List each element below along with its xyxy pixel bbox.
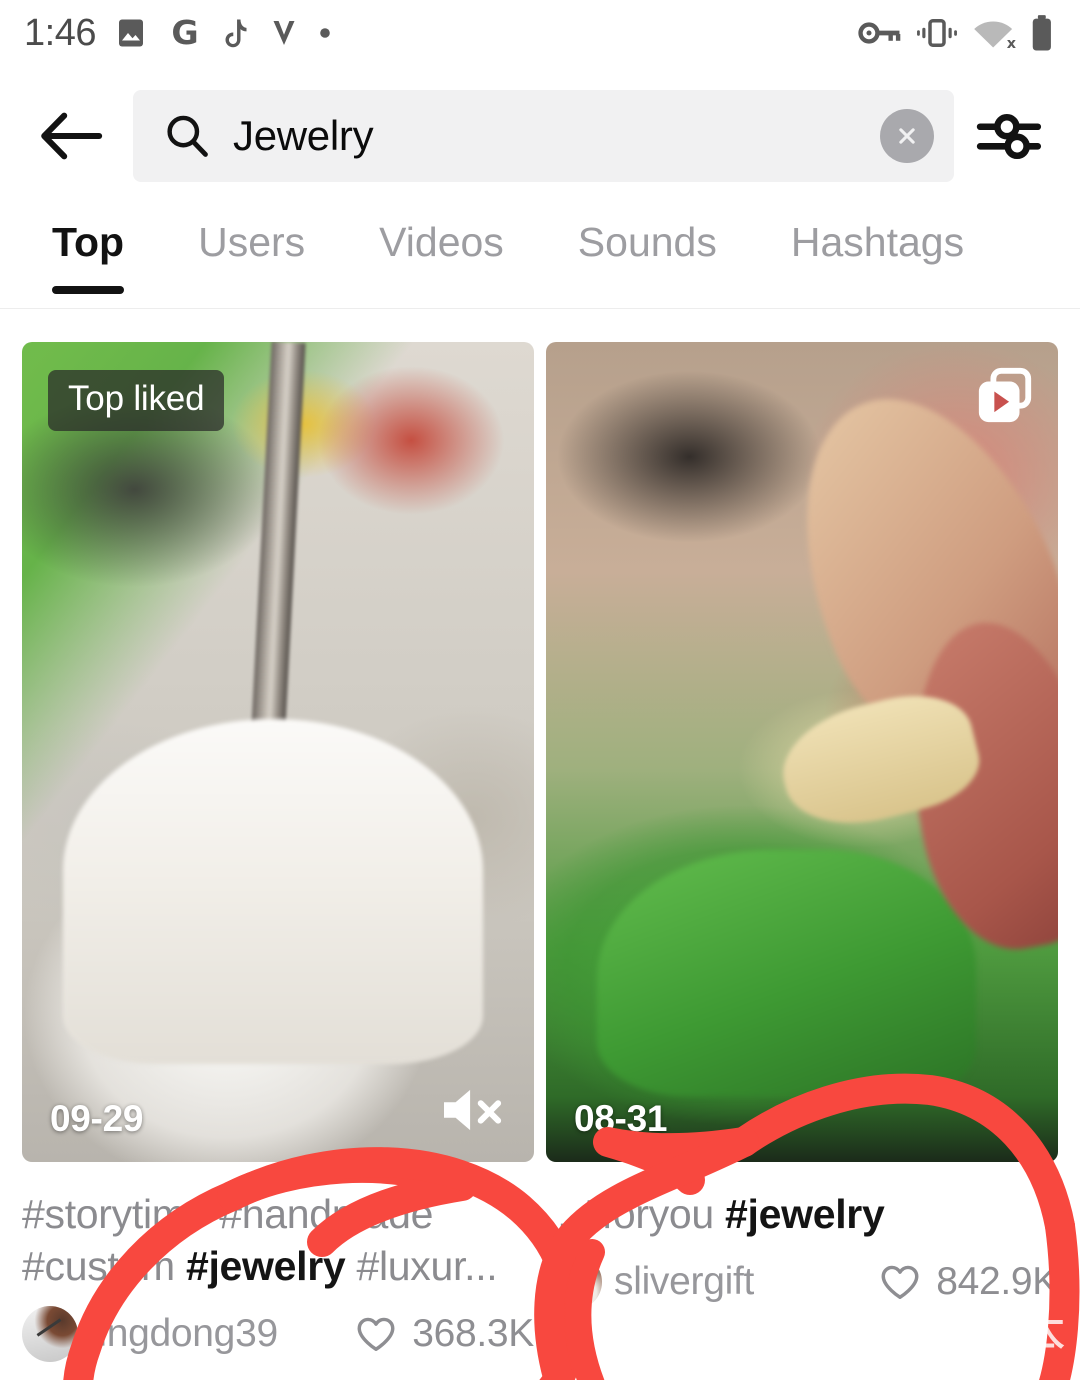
status-bar-clock: 1:46: [24, 12, 96, 54]
video-date: 08-31: [574, 1098, 668, 1139]
status-bar-right: x: [858, 14, 1054, 52]
like-count: 368.3K: [412, 1312, 534, 1356]
watermark: 本: [1013, 1306, 1066, 1366]
thumbnail-art-wax: [597, 850, 977, 1097]
search-input[interactable]: Jewelry: [133, 90, 954, 182]
battery-icon: [1032, 15, 1051, 51]
like-count: 842.9K: [936, 1260, 1058, 1304]
status-bar: 1:46 G x: [0, 0, 1080, 66]
video-caption: ...#foryou #jewelry: [546, 1188, 1058, 1240]
like-stat: 842.9K: [878, 1260, 1058, 1304]
video-meta-row: slivergift 842.9K: [546, 1254, 1058, 1311]
like-stat: 368.3K: [354, 1312, 534, 1356]
video-thumbnail[interactable]: 08-31: [546, 342, 1058, 1162]
video-meta-row: lingdong39 368.3K: [22, 1306, 534, 1363]
wifi-off-icon: x: [974, 21, 1016, 51]
heart-outline-icon: [881, 1265, 919, 1300]
v-app-icon: [273, 21, 295, 45]
search-header: Jewelry: [0, 76, 1080, 196]
tab-sounds[interactable]: Sounds: [578, 205, 717, 266]
search-icon: [167, 115, 208, 157]
video-results-grid: Top liked 09-29 #storytime #handmade #cu…: [0, 342, 1080, 1363]
caption-text-tail: #luxur...: [345, 1243, 498, 1290]
status-bar-left: 1:46 G: [24, 14, 333, 52]
close-icon: [899, 128, 915, 144]
image-icon: [118, 19, 143, 47]
caption-text-highlight: #jewelry: [725, 1191, 885, 1237]
caption-text-highlight: #jewelry: [185, 1243, 346, 1290]
vpn-key-icon: [858, 22, 901, 44]
search-query-text: Jewelry: [233, 112, 374, 159]
thumbnail-art-mold: [62, 719, 483, 1064]
playlist-play-icon[interactable]: [974, 366, 1036, 431]
avatar[interactable]: [546, 1254, 602, 1311]
clear-search-button[interactable]: [880, 109, 934, 163]
tab-hashtags[interactable]: Hashtags: [791, 205, 964, 266]
google-icon: G: [171, 14, 198, 52]
filter-sliders-icon: [976, 113, 1042, 160]
tiktok-search-results-screen: 1:46 G x Jewelry Top Users Videos Sounds…: [0, 0, 1080, 1380]
video-card[interactable]: 08-31 ...#foryou #jewelry slivergift 842…: [546, 342, 1058, 1362]
video-thumbnail[interactable]: Top liked 09-29: [22, 342, 534, 1162]
search-tabs: Top Users Videos Sounds Hashtags: [0, 205, 1080, 309]
speaker-mute-icon[interactable]: [436, 1081, 510, 1144]
svg-text:G: G: [171, 14, 198, 52]
back-button[interactable]: [34, 99, 108, 173]
back-arrow-icon: [41, 112, 103, 160]
video-caption: #storytime #handmade #custom #jewelry #l…: [22, 1188, 534, 1292]
tab-videos[interactable]: Videos: [379, 205, 504, 266]
filter-button[interactable]: [972, 97, 1050, 175]
author-username[interactable]: lingdong39: [90, 1312, 278, 1356]
caption-text-plain: ...#foryou: [546, 1191, 726, 1237]
video-date: 09-29: [50, 1098, 144, 1139]
dot-icon: [320, 28, 330, 38]
tab-top[interactable]: Top: [52, 205, 125, 294]
video-card[interactable]: Top liked 09-29 #storytime #handmade #cu…: [22, 342, 534, 1363]
avatar[interactable]: [22, 1306, 78, 1363]
author-username[interactable]: slivergift: [614, 1260, 754, 1304]
top-liked-badge: Top liked: [48, 370, 225, 431]
tab-users[interactable]: Users: [198, 205, 305, 266]
tiktok-note-icon: [225, 19, 247, 48]
vibrate-icon: [917, 19, 957, 47]
svg-text:x: x: [1007, 36, 1016, 51]
heart-outline-icon: [357, 1317, 395, 1352]
